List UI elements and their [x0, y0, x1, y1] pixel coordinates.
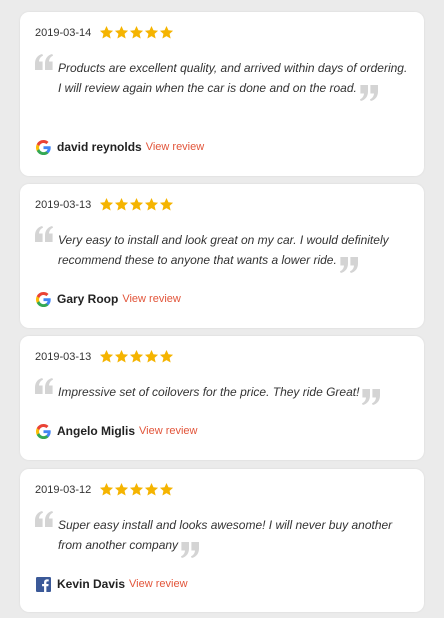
review-card: 2019-03-13 Very easy to install and look…: [20, 184, 424, 328]
review-card: 2019-03-13 Impressive set of coilovers f…: [20, 336, 424, 460]
review-date: 2019-03-13: [35, 199, 92, 211]
star-icon: [159, 25, 174, 40]
star-icon: [99, 25, 114, 40]
review-author-row: Kevin Davis View review: [36, 575, 188, 593]
reviewer-name: Angelo Miglis: [57, 424, 135, 438]
reviewer-name: Gary Roop: [57, 292, 119, 306]
star-icon: [129, 25, 144, 40]
close-quote-icon: [339, 257, 359, 273]
google-icon: [36, 140, 51, 155]
view-review-link[interactable]: View review: [139, 425, 198, 437]
view-review-link[interactable]: View review: [146, 141, 205, 153]
review-card: 2019-03-14 Products are excellent qualit…: [20, 12, 424, 176]
star-icon: [129, 349, 144, 364]
star-icon: [129, 197, 144, 212]
star-rating: [99, 197, 174, 212]
google-icon: [36, 292, 51, 307]
close-quote-icon: [361, 389, 381, 405]
review-author-row: david reynolds View review: [36, 138, 204, 156]
review-card: 2019-03-12 Super easy install and looks …: [20, 469, 424, 612]
star-icon: [99, 197, 114, 212]
review-text: Very easy to install and look great on m…: [58, 230, 408, 273]
star-icon: [114, 25, 129, 40]
star-rating: [99, 25, 174, 40]
star-icon: [114, 197, 129, 212]
open-quote-icon: [34, 378, 54, 394]
review-text: Super easy install and looks awesome! I …: [58, 515, 408, 558]
open-quote-icon: [34, 54, 54, 70]
close-quote-icon: [180, 542, 200, 558]
star-icon: [99, 349, 114, 364]
star-rating: [99, 482, 174, 497]
review-text: Products are excellent quality, and arri…: [58, 58, 408, 101]
close-quote-icon: [359, 85, 379, 101]
review-author-row: Gary Roop View review: [36, 290, 181, 308]
review-date: 2019-03-12: [35, 484, 92, 496]
star-icon: [144, 349, 159, 364]
star-icon: [159, 349, 174, 364]
open-quote-icon: [34, 511, 54, 527]
review-date: 2019-03-13: [35, 351, 92, 363]
google-icon: [36, 424, 51, 439]
review-author-row: Angelo Miglis View review: [36, 422, 198, 440]
star-icon: [159, 197, 174, 212]
star-icon: [99, 482, 114, 497]
review-text: Impressive set of coilovers for the pric…: [58, 382, 408, 405]
view-review-link[interactable]: View review: [122, 293, 181, 305]
facebook-icon: [36, 577, 51, 592]
star-icon: [144, 197, 159, 212]
star-icon: [114, 482, 129, 497]
star-rating: [99, 349, 174, 364]
reviewer-name: Kevin Davis: [57, 577, 126, 591]
star-icon: [144, 482, 159, 497]
star-icon: [144, 25, 159, 40]
star-icon: [159, 482, 174, 497]
star-icon: [114, 349, 129, 364]
review-list: 2019-03-14 Products are excellent qualit…: [0, 0, 444, 618]
open-quote-icon: [34, 226, 54, 242]
star-icon: [129, 482, 144, 497]
review-date: 2019-03-14: [35, 27, 92, 39]
view-review-link[interactable]: View review: [129, 578, 188, 590]
reviewer-name: david reynolds: [57, 140, 142, 154]
